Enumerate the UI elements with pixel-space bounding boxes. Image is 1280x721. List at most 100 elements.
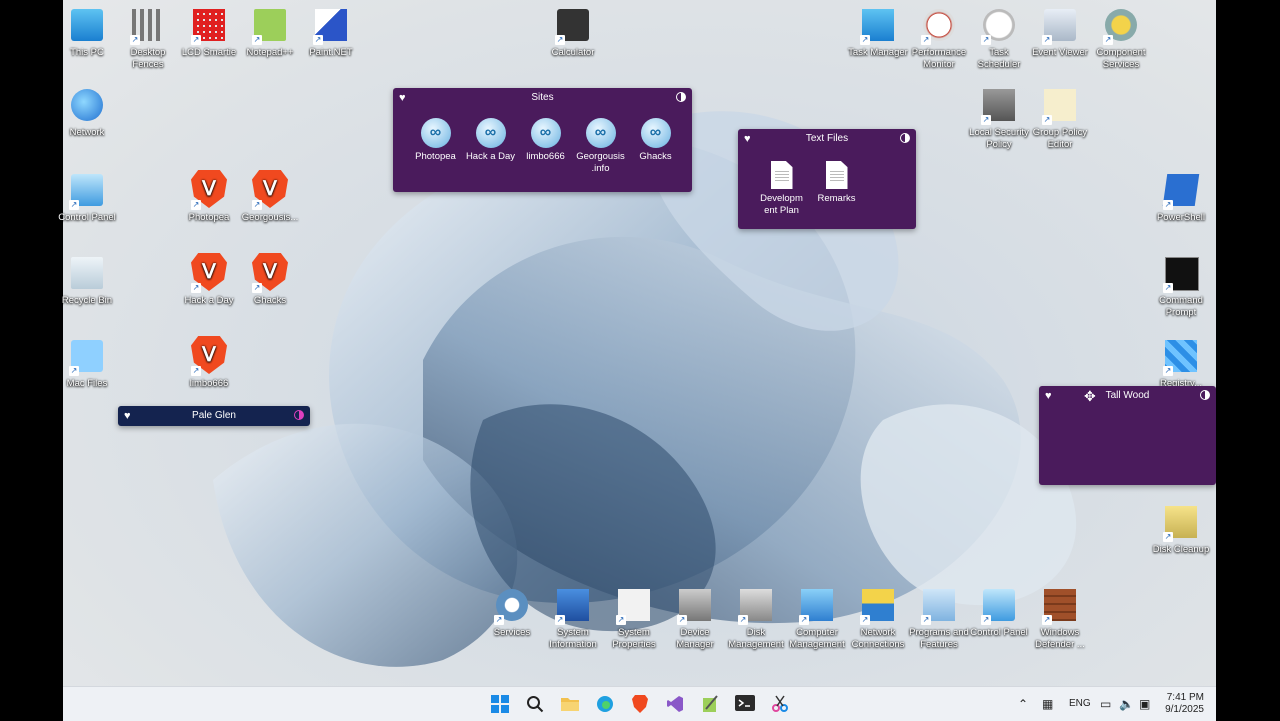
fence-pale-glen[interactable]: ♥ Pale Glen xyxy=(118,406,310,426)
desktop-icon-component-services[interactable]: ↗ Component Services xyxy=(1089,5,1153,71)
component-icon: ↗ xyxy=(1101,5,1141,45)
desktop-icon-windows-defender[interactable]: ↗ Windows Defender ... xyxy=(1028,585,1092,651)
desktop-icon-label: Task Scheduler xyxy=(977,47,1021,70)
desktop-icon-photopea[interactable]: ᐯ ↗ Photopea xyxy=(177,170,241,224)
heart-icon[interactable]: ♥ xyxy=(1045,386,1052,406)
fence-sites[interactable]: ♥ Sites ∞ Photopea ∞ Hack a Day ∞ limbo666 … xyxy=(393,88,692,192)
desktop-icon-disk-management[interactable]: ↗ Disk Management xyxy=(724,585,788,651)
file-explorer-icon[interactable] xyxy=(560,695,580,715)
shortcut-arrow-icon: ↗ xyxy=(616,615,626,625)
fence-toggle-icon[interactable] xyxy=(900,133,910,143)
text-file-icon xyxy=(770,161,793,189)
desktop-icon-performance-monitor[interactable]: ↗ Performance Monitor xyxy=(907,5,971,71)
heart-icon[interactable]: ♥ xyxy=(124,406,131,426)
desktop-icon-services[interactable]: ↗ Services xyxy=(480,585,544,639)
desktop-icon-system-properties[interactable]: ↗ System Properties xyxy=(602,585,666,651)
network-icon[interactable]: ▭ xyxy=(1100,687,1111,721)
fence-toggle-icon[interactable] xyxy=(294,410,304,420)
desktop-icon-device-manager[interactable]: ↗ Device Manager xyxy=(663,585,727,651)
desktop-icon-label: Computer Management xyxy=(789,627,845,650)
desktop-icon-task-manager[interactable]: ↗ Task Manager xyxy=(846,5,910,59)
fence-tall-wood[interactable]: ♥ ✥ Tall Wood xyxy=(1039,386,1216,485)
snipping-icon[interactable] xyxy=(770,695,790,715)
desktop-icon-powershell[interactable]: ↗ PowerShell xyxy=(1149,170,1213,224)
policy-icon: ↗ xyxy=(1040,85,1080,125)
desktop-icon-programs-and-features[interactable]: ↗ Programs and Features xyxy=(907,585,971,651)
notepadpp-icon[interactable] xyxy=(700,695,720,715)
shortcut-arrow-icon: ↗ xyxy=(191,283,201,293)
link-icon: ∞ xyxy=(420,118,451,148)
heart-icon[interactable]: ♥ xyxy=(744,129,751,149)
desktop-icon-event-viewer[interactable]: ↗ Event Viewer xyxy=(1028,5,1092,59)
desktop-icon-command-prompt[interactable]: ↗ Command Prompt xyxy=(1149,253,1213,319)
visual-studio-icon[interactable] xyxy=(665,695,685,715)
shortcut-arrow-icon: ↗ xyxy=(494,615,504,625)
shortcut-arrow-icon: ↗ xyxy=(860,615,870,625)
desktop-icon-label: System Information xyxy=(549,627,597,650)
fence-icon: ↗ xyxy=(128,5,168,45)
desktop-icon-ghacks[interactable]: ᐯ ↗ Ghacks xyxy=(238,253,302,307)
desktop-icon-notepad[interactable]: ↗ Notepad++ xyxy=(238,5,302,59)
fence-item-development-plan[interactable]: Developm ent Plan xyxy=(754,161,809,217)
language-indicator[interactable]: ENG xyxy=(1069,687,1091,721)
edge-icon[interactable] xyxy=(595,695,615,715)
sysprops-icon: ↗ xyxy=(614,585,654,625)
volume-icon[interactable]: 🔈 xyxy=(1119,687,1134,721)
terminal-icon[interactable] xyxy=(735,695,755,715)
desktop-icon-calculator[interactable]: ↗ Calculator xyxy=(541,5,605,59)
clock[interactable]: 7:41 PM 9/1/2025 xyxy=(1160,692,1204,716)
desktop-icon-task-scheduler[interactable]: ↗ Task Scheduler xyxy=(967,5,1031,71)
link-icon: ∞ xyxy=(585,118,616,148)
desktop-icon-group-policy-editor[interactable]: ↗ Group Policy Editor xyxy=(1028,85,1092,151)
desktop-icon-disk-cleanup[interactable]: ↗ Disk Cleanup xyxy=(1149,502,1213,556)
shortcut-arrow-icon: ↗ xyxy=(69,366,79,376)
fence-toggle-icon[interactable] xyxy=(1200,390,1210,400)
desktop-icon-georgousis[interactable]: ᐯ ↗ Georgousis... xyxy=(238,170,302,224)
desktop-icon-this-pc[interactable]: This PC xyxy=(55,5,119,59)
fence-item-photopea[interactable]: ∞ Photopea xyxy=(408,118,463,163)
search-icon[interactable] xyxy=(525,695,545,715)
desktop-icon-control-panel[interactable]: ↗ Control Panel xyxy=(55,170,119,224)
fence-toggle-icon[interactable] xyxy=(676,92,686,102)
desktop-icon-control-panel[interactable]: ↗ Control Panel xyxy=(967,585,1031,639)
desktop-icon-network-connections[interactable]: ↗ Network Connections xyxy=(846,585,910,651)
fence-text-files[interactable]: ♥ Text Files Developm ent Plan Remarks xyxy=(738,129,916,229)
desktop-icon-mac-files[interactable]: ↗ Mac Files xyxy=(55,336,119,390)
desktop-icon-recycle-bin[interactable]: Recycle Bin xyxy=(55,253,119,307)
link-icon: ∞ xyxy=(530,118,561,148)
keyboard-icon[interactable]: ▦ xyxy=(1042,687,1053,721)
heart-icon[interactable]: ♥ xyxy=(399,88,406,108)
desktop-icon-hack-a-day[interactable]: ᐯ ↗ Hack a Day xyxy=(177,253,241,307)
battery-icon[interactable]: ▣ xyxy=(1139,687,1150,721)
controlpanel-icon: ↗ xyxy=(67,170,107,210)
desktop-icon-desktop-fences[interactable]: ↗ Desktop Fences xyxy=(116,5,180,71)
desktop-icon-label: Programs and Features xyxy=(909,627,969,650)
shortcut-arrow-icon: ↗ xyxy=(1163,283,1173,293)
desktop-icon-network[interactable]: Network xyxy=(55,85,119,139)
shortcut-arrow-icon: ↗ xyxy=(130,35,140,45)
fence-item-ghacks[interactable]: ∞ Ghacks xyxy=(628,118,683,163)
shortcut-arrow-icon: ↗ xyxy=(252,200,262,210)
globe-icon xyxy=(67,85,107,125)
desktop-icon-system-information[interactable]: ↗ System Information xyxy=(541,585,605,651)
firewall-icon: ↗ xyxy=(1040,585,1080,625)
desktop-icon-lcd-smartie[interactable]: ↗ LCD Smartie xyxy=(177,5,241,59)
desktop-icon-limbo666[interactable]: ᐯ ↗ limbo666 xyxy=(177,336,241,390)
fence-item-georgousis[interactable]: ∞ Georgousis .info xyxy=(573,118,628,175)
compmgmt-icon: ↗ xyxy=(797,585,837,625)
desktop-icon-label: Control Panel xyxy=(970,627,1028,638)
shortcut-arrow-icon: ↗ xyxy=(677,615,687,625)
shortcut-arrow-icon: ↗ xyxy=(191,366,201,376)
fence-item-remarks[interactable]: Remarks xyxy=(809,161,864,205)
desktop-icon-local-security-policy[interactable]: ↗ Local Security Policy xyxy=(967,85,1031,151)
desktop-icon-computer-management[interactable]: ↗ Computer Management xyxy=(785,585,849,651)
desktop-icon-paint-net[interactable]: ↗ Paint.NET xyxy=(299,5,363,59)
fence-item-hackaday[interactable]: ∞ Hack a Day xyxy=(463,118,518,163)
desktop-icon-label: Task Manager xyxy=(848,47,908,58)
desktop-icon-label: Hack a Day xyxy=(184,295,234,306)
brave-taskbar-icon[interactable] xyxy=(630,695,650,715)
desktop-icon-registry[interactable]: ↗ Registry... xyxy=(1149,336,1213,390)
start-icon[interactable] xyxy=(490,695,510,715)
fence-item-limbo666[interactable]: ∞ limbo666 xyxy=(518,118,573,163)
chevron-up-icon[interactable]: ⌃ xyxy=(1018,687,1028,721)
